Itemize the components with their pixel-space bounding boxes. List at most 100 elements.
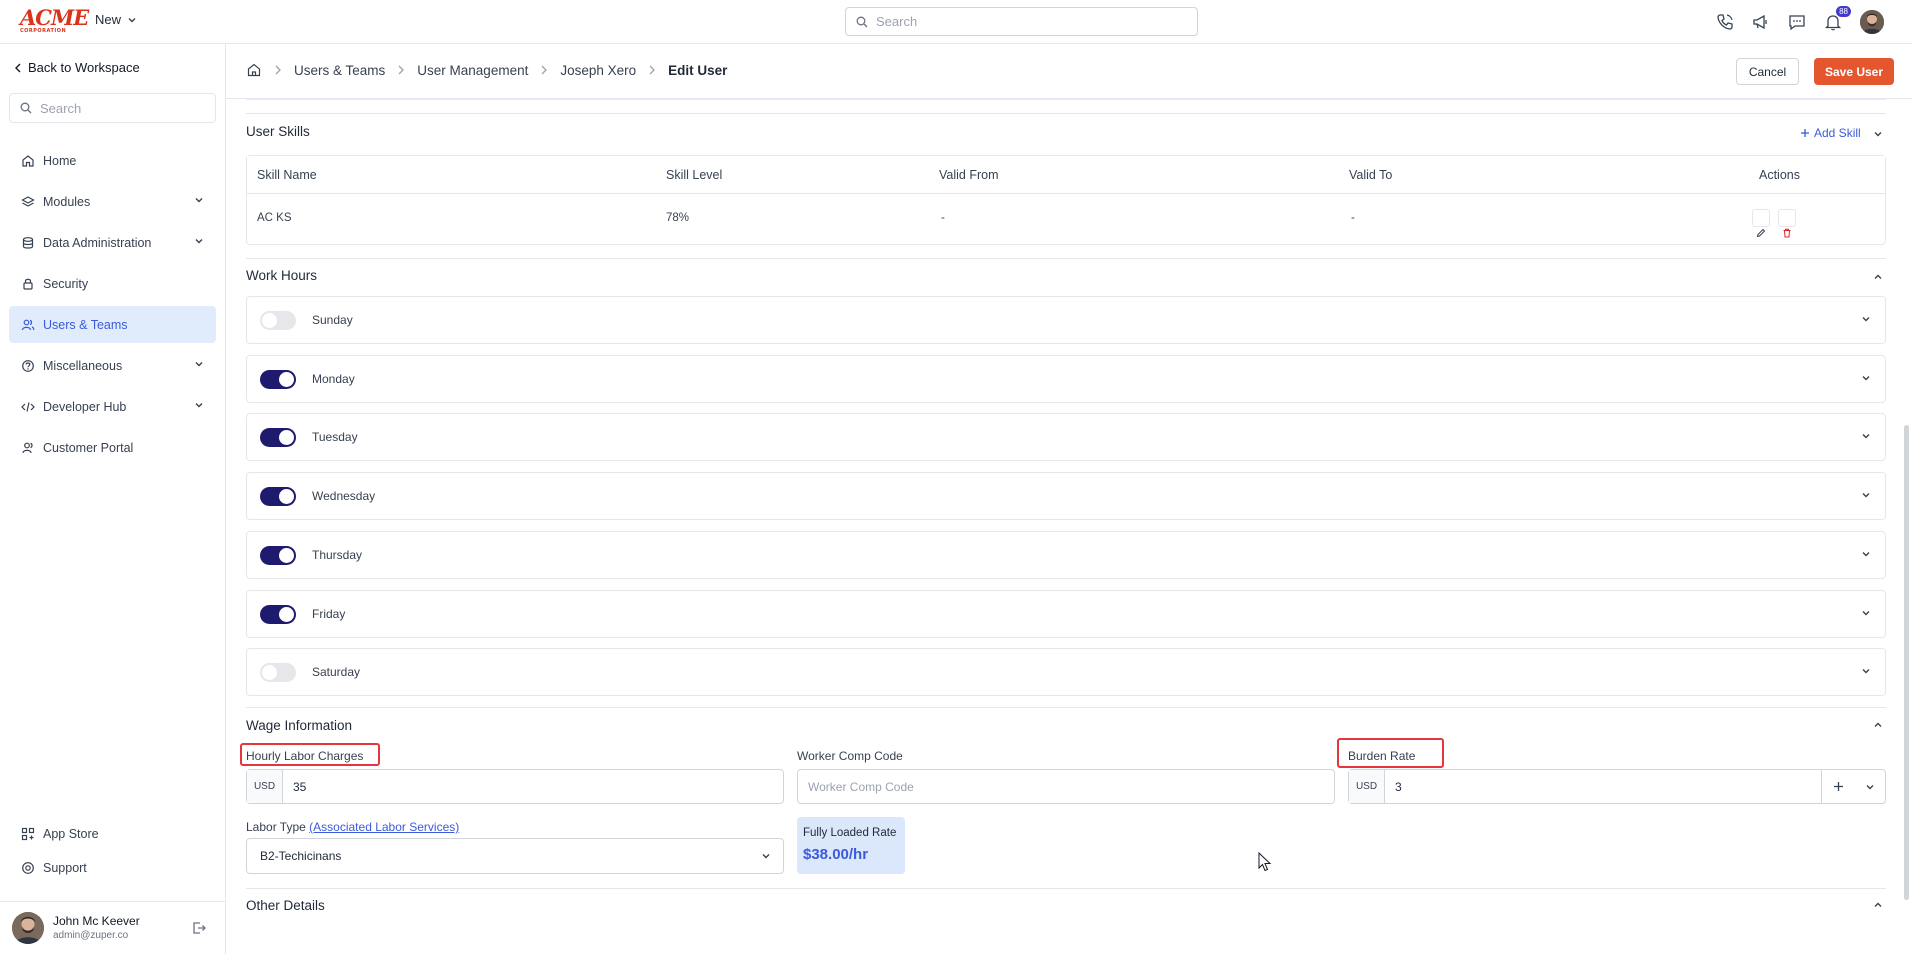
chevron-down-icon[interactable]	[1861, 666, 1871, 676]
lock-icon	[21, 277, 35, 291]
search-icon	[856, 16, 868, 28]
day-label: Friday	[312, 607, 346, 621]
column-header: Actions	[1759, 168, 1800, 182]
wage-information-title: Wage Information	[246, 718, 353, 733]
plus-icon[interactable]	[1833, 781, 1844, 792]
users-icon	[21, 318, 35, 332]
sidebar-item-label: Data Administration	[43, 235, 152, 250]
new-dropdown-button[interactable]: New	[95, 12, 137, 27]
chevron-down-icon[interactable]	[1861, 431, 1871, 441]
breadcrumb-users-teams[interactable]: Users & Teams	[294, 63, 385, 78]
sidebar-item-security[interactable]: Security	[9, 265, 216, 302]
tuesday-toggle[interactable]	[260, 428, 296, 447]
work-hours-row-tuesday[interactable]: Tuesday	[246, 413, 1886, 461]
user-avatar[interactable]	[12, 912, 44, 944]
home-icon[interactable]	[246, 62, 262, 78]
content-scrollbar[interactable]	[1904, 425, 1909, 900]
labor-type-select[interactable]: B2-Techicinans	[246, 838, 784, 874]
home-icon	[21, 154, 35, 168]
sidebar-item-label: Support	[43, 861, 87, 875]
chevron-down-icon	[194, 195, 204, 205]
valid-to-cell: -	[1351, 212, 1355, 224]
sidebar-item-miscellaneous[interactable]: Miscellaneous	[9, 347, 216, 384]
logout-icon[interactable]	[191, 920, 207, 936]
chat-icon[interactable]	[1788, 13, 1806, 31]
chevron-up-icon[interactable]	[1873, 900, 1883, 910]
chevron-down-icon[interactable]	[1861, 373, 1871, 383]
saturday-toggle[interactable]	[260, 663, 296, 682]
fully-loaded-rate-card: Fully Loaded Rate $38.00/hr	[797, 817, 905, 874]
chevron-down-icon[interactable]	[1865, 782, 1875, 792]
labor-type-label: Labor Type (Associated Labor Services)	[246, 820, 459, 834]
hourly-labor-input[interactable]	[283, 770, 783, 803]
megaphone-icon[interactable]	[1752, 13, 1770, 31]
sidebar-search-input[interactable]: Search	[9, 93, 216, 123]
back-to-workspace-link[interactable]: Back to Workspace	[14, 60, 140, 75]
top-bar: ACME CORPORATION New Search 88	[0, 0, 1912, 44]
global-search[interactable]: Search	[845, 7, 1198, 36]
user-email: admin@zuper.co	[53, 930, 129, 941]
thursday-toggle[interactable]	[260, 546, 296, 565]
sidebar-item-label: Security	[43, 276, 89, 291]
sidebar-item-label: Modules	[43, 194, 91, 209]
work-hours-row-sunday[interactable]: Sunday	[246, 296, 1886, 344]
profile-avatar[interactable]	[1860, 10, 1884, 34]
burden-rate-field: USD	[1348, 769, 1886, 804]
pencil-icon	[1756, 228, 1766, 238]
chevron-up-icon[interactable]	[1873, 272, 1883, 282]
chevron-up-icon[interactable]	[1873, 720, 1883, 730]
chevron-down-icon	[194, 400, 204, 410]
sidebar-item-app-store[interactable]: App Store	[9, 819, 216, 849]
burden-rate-input[interactable]	[1385, 770, 1821, 803]
work-hours-row-saturday[interactable]: Saturday	[246, 648, 1886, 696]
edit-skill-button[interactable]	[1752, 209, 1770, 238]
currency-prefix: USD	[247, 770, 283, 803]
wednesday-toggle[interactable]	[260, 487, 296, 506]
skills-table: Skill Name Skill Level Valid From Valid …	[246, 155, 1886, 245]
user-profile-box: John Mc Keever admin@zuper.co	[0, 901, 226, 954]
top-icon-group: 88	[1716, 6, 1884, 34]
work-hours-row-monday[interactable]: Monday	[246, 355, 1886, 403]
add-skill-button[interactable]: Add Skill	[1800, 126, 1861, 140]
skills-table-header: Skill Name Skill Level Valid From Valid …	[247, 156, 1885, 194]
delete-skill-button[interactable]	[1778, 209, 1796, 238]
sidebar-item-developer-hub[interactable]: Developer Hub	[9, 388, 216, 425]
sunday-toggle[interactable]	[260, 311, 296, 330]
chevron-down-icon[interactable]	[1861, 490, 1871, 500]
labor-type-text: Labor Type	[246, 820, 306, 834]
phone-icon[interactable]	[1716, 13, 1734, 31]
work-hours-row-friday[interactable]: Friday	[246, 590, 1886, 638]
associated-labor-services-link[interactable]: (Associated Labor Services)	[309, 820, 459, 834]
save-user-button[interactable]: Save User	[1814, 58, 1894, 85]
currency-prefix: USD	[1349, 770, 1385, 803]
breadcrumb-user[interactable]: Joseph Xero	[560, 63, 636, 78]
sidebar-item-home[interactable]: Home	[9, 142, 216, 179]
sidebar-nav: Home Modules Data Administration Securit…	[9, 142, 216, 470]
back-label: Back to Workspace	[28, 60, 140, 75]
chevron-down-icon[interactable]	[1861, 608, 1871, 618]
valid-from-cell: -	[941, 212, 945, 224]
chevron-right-icon	[274, 65, 282, 75]
acme-logo[interactable]: ACME CORPORATION	[20, 7, 89, 34]
chevron-down-icon[interactable]	[1861, 549, 1871, 559]
sidebar-item-modules[interactable]: Modules	[9, 183, 216, 220]
other-details-title: Other Details	[246, 898, 325, 913]
chevron-down-icon[interactable]	[1861, 314, 1871, 324]
breadcrumb-user-management[interactable]: User Management	[417, 63, 528, 78]
monday-toggle[interactable]	[260, 370, 296, 389]
sidebar-item-customer-portal[interactable]: Customer Portal	[9, 429, 216, 466]
cancel-button[interactable]: Cancel	[1736, 58, 1799, 85]
chevron-down-icon[interactable]	[1873, 129, 1883, 139]
breadcrumb: Users & Teams User Management Joseph Xer…	[246, 62, 727, 78]
worker-comp-input[interactable]	[798, 770, 1334, 803]
sidebar-item-data-administration[interactable]: Data Administration	[9, 224, 216, 261]
friday-toggle[interactable]	[260, 605, 296, 624]
work-hours-row-wednesday[interactable]: Wednesday	[246, 472, 1886, 520]
bell-icon[interactable]: 88	[1824, 6, 1851, 31]
sidebar-search-placeholder: Search	[40, 100, 82, 116]
sidebar-item-users-teams[interactable]: Users & Teams	[9, 306, 216, 343]
work-hours-row-thursday[interactable]: Thursday	[246, 531, 1886, 579]
skill-name-cell: AC KS	[257, 212, 292, 224]
sidebar-item-support[interactable]: Support	[9, 853, 216, 883]
user-skills-title: User Skills	[246, 124, 310, 139]
